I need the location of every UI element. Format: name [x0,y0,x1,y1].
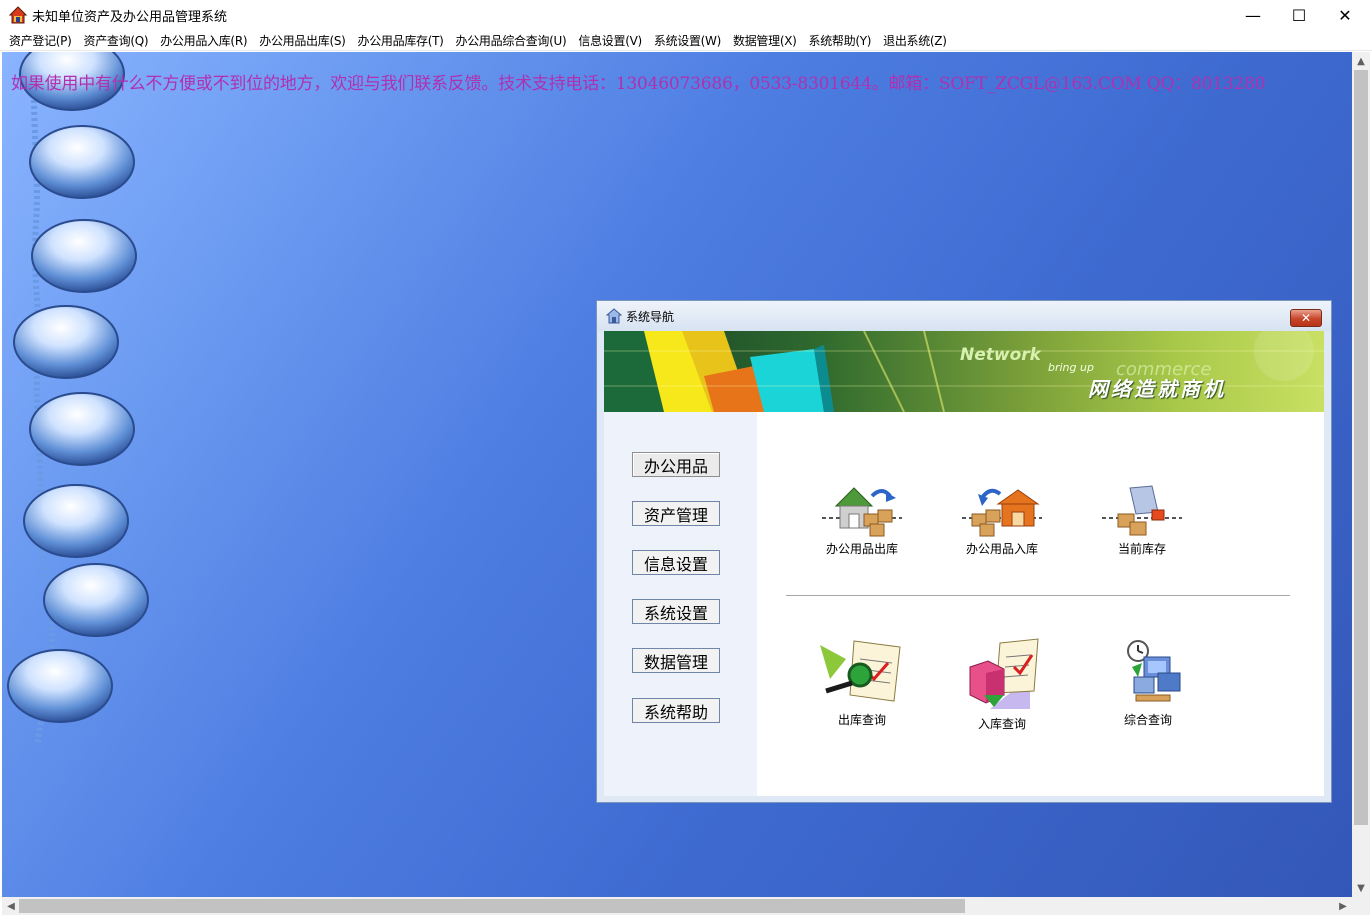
dialog-banner: Network bring up commerce 网络造就商机 [604,331,1324,412]
nav-system-help-button[interactable]: 系统帮助 [632,698,720,723]
nav-data-management-button[interactable]: 数据管理 [632,648,720,673]
window-title: 未知单位资产及办公用品管理系统 [32,9,228,25]
house-small-icon [605,308,623,324]
supplies-out-label: 办公用品出库 [825,542,898,556]
supplies-in-function[interactable]: 办公用品入库 [947,484,1057,557]
function-panel: 办公用品出库 办公用品入库 当前库存 出库查询 入库查询 综合查询 [757,412,1324,796]
menu-asset-query[interactable]: 资产查询(Q) [78,32,155,49]
horizontal-scroll-thumb[interactable] [19,899,965,913]
menu-exit[interactable]: 退出系统(Z) [877,32,953,49]
combined-query-label: 综合查询 [1123,713,1172,727]
nav-asset-management-button[interactable]: 资产管理 [632,501,720,526]
scrollbar-corner [1352,897,1370,915]
support-notice: 如果使用中有什么不方便或不到位的地方，欢迎与我们联系反馈。技术支持电话：1304… [11,74,1266,94]
decorative-bead-chain [7,52,149,743]
supplies-in-label: 办公用品入库 [965,542,1038,556]
menu-bar: 资产登记(P) 资产查询(Q) 办公用品入库(R) 办公用品出库(S) 办公用品… [0,30,1372,51]
nav-info-settings-button[interactable]: 信息设置 [632,550,720,575]
title-bar: 未知单位资产及办公用品管理系统 — ☐ ✕ [0,0,1372,30]
scroll-down-icon[interactable]: ▼ [1352,879,1370,897]
warehouse-out-icon [822,487,902,537]
nav-office-supplies-button[interactable]: 办公用品 [632,452,720,477]
menu-asset-register[interactable]: 资产登记(P) [3,32,78,49]
banner-slogan: 网络造就商机 [1088,377,1226,401]
vertical-scroll-thumb[interactable] [1354,70,1368,825]
house-app-icon [8,6,28,24]
menu-system-help[interactable]: 系统帮助(Y) [803,32,878,49]
menu-system-settings[interactable]: 系统设置(W) [648,32,727,49]
current-stock-label: 当前库存 [1117,542,1166,556]
menu-supplies-in[interactable]: 办公用品入库(R) [154,32,253,49]
in-query-label: 入库查询 [977,717,1026,731]
menu-data-management[interactable]: 数据管理(X) [727,32,803,49]
horizontal-scrollbar[interactable]: ◀ ▶ [2,897,1352,915]
menu-supplies-query[interactable]: 办公用品综合查询(U) [450,32,573,49]
nav-system-settings-button[interactable]: 系统设置 [632,599,720,624]
scroll-left-icon[interactable]: ◀ [2,897,20,915]
close-button[interactable]: ✕ [1322,0,1368,30]
current-stock-function[interactable]: 当前库存 [1087,484,1197,557]
supplies-out-function[interactable]: 办公用品出库 [807,484,917,557]
vertical-scrollbar[interactable]: ▲ ▼ [1352,52,1370,897]
inventory-box-icon [1102,485,1182,536]
menu-info-settings[interactable]: 信息设置(V) [572,32,647,49]
banner-network-text: Network [960,345,1041,365]
magnifier-document-icon [820,640,901,702]
warehouse-in-icon [962,488,1042,537]
dialog-close-button[interactable]: ✕ [1290,309,1322,327]
menu-supplies-out[interactable]: 办公用品出库(S) [253,32,351,49]
out-query-label: 出库查询 [837,713,886,727]
box-document-icon [969,638,1039,709]
nav-button-panel: 办公用品 资产管理 信息设置 系统设置 数据管理 系统帮助 [604,412,757,796]
scroll-right-icon[interactable]: ▶ [1334,897,1352,915]
out-query-function[interactable]: 出库查询 [807,637,917,728]
minimize-button[interactable]: — [1230,0,1276,30]
combined-query-function[interactable]: 综合查询 [1093,637,1203,728]
dialog-title-bar[interactable]: 系统导航 ✕ [597,301,1331,331]
navigation-dialog: 系统导航 ✕ Network bring up commerce 网络造就商机 … [596,300,1332,803]
function-divider [786,595,1290,596]
scroll-up-icon[interactable]: ▲ [1352,52,1370,70]
in-query-function[interactable]: 入库查询 [947,637,1057,732]
dialog-title: 系统导航 [626,309,675,324]
maximize-button[interactable]: ☐ [1276,0,1322,30]
computer-query-icon [1127,640,1181,702]
menu-supplies-stock[interactable]: 办公用品库存(T) [352,32,450,49]
